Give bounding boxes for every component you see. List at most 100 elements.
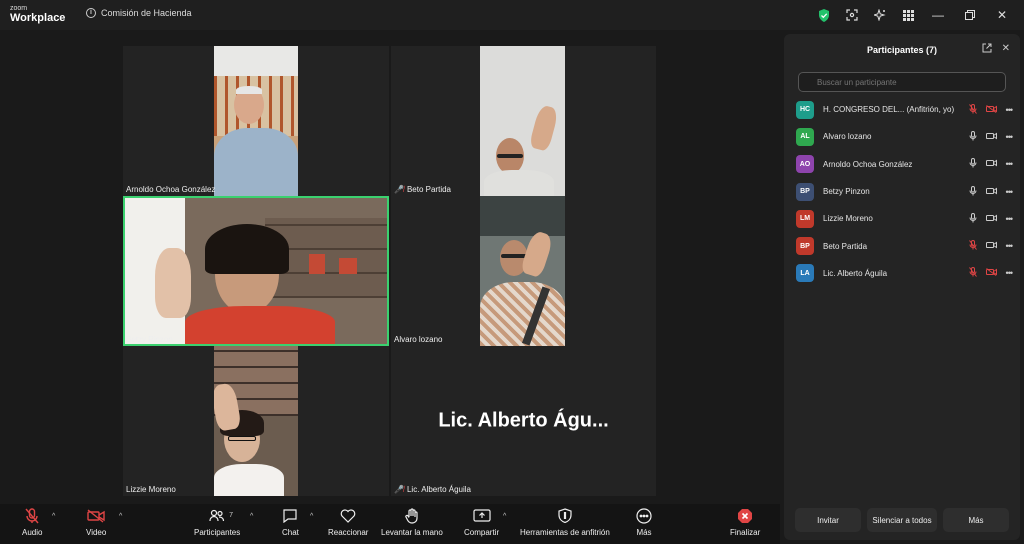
more-button[interactable]: Más — [636, 508, 652, 537]
more-options-icon[interactable]: ••• — [1006, 268, 1014, 278]
more-options-icon[interactable]: ••• — [1006, 187, 1014, 197]
participant-row[interactable]: LM Lizzie Moreno ••• — [796, 205, 1014, 232]
end-button[interactable]: Finalizar — [730, 508, 760, 537]
audio-button[interactable]: Audio — [22, 508, 42, 537]
logo-small: zoom — [10, 5, 28, 12]
title-bar: zoom Workplace i Comisión de Hacienda — … — [0, 0, 1024, 30]
mic-muted-icon: 🎤̸ — [394, 185, 404, 194]
video-icon[interactable] — [985, 214, 997, 224]
mic-icon[interactable] — [969, 212, 977, 225]
participant-row[interactable]: BP Betzy Pinzon ••• — [796, 178, 1014, 205]
video-icon[interactable] — [985, 132, 997, 142]
tile-name: Alvaro lozano — [394, 335, 443, 344]
tile-name: 🎤̸ Beto Partida — [394, 185, 451, 194]
participant-row[interactable]: LA Lic. Alberto Águila ••• — [796, 260, 1014, 287]
host-tools-button[interactable]: Herramientas de anfitrión — [520, 508, 610, 537]
participant-name: H. CONGRESO DEL... (Anfitrión, yo) — [823, 105, 955, 115]
participant-row[interactable]: HC H. CONGRESO DEL... (Anfitrión, yo) ••• — [796, 96, 1014, 123]
react-button[interactable]: Reaccionar — [328, 508, 368, 537]
participants-icon: 7 — [209, 508, 233, 528]
video-off-icon[interactable] — [985, 104, 997, 115]
minimize-icon[interactable]: — — [922, 4, 954, 26]
close-icon[interactable]: ✕ — [1002, 43, 1010, 56]
video-icon[interactable] — [985, 241, 997, 251]
more-options-icon[interactable]: ••• — [1006, 214, 1014, 224]
more-options-icon[interactable]: ••• — [1006, 159, 1014, 169]
more-options-icon[interactable]: ••• — [1006, 132, 1014, 142]
avatar: BP — [796, 237, 814, 256]
participant-list: HC H. CONGRESO DEL... (Anfitrión, yo) ••• A… — [796, 96, 1014, 287]
participant-row[interactable]: AO Arnoldo Ochoa González ••• — [796, 151, 1014, 178]
avatar: BP — [796, 182, 814, 201]
video-feed — [214, 46, 298, 196]
video-feed — [480, 46, 565, 196]
invite-button[interactable]: Invitar — [795, 508, 861, 532]
mic-muted-icon — [25, 508, 39, 528]
video-tile[interactable]: Lizzie Moreno — [123, 346, 389, 496]
participant-row[interactable]: AL Alvaro lozano ••• — [796, 123, 1014, 150]
logo-big: Workplace — [10, 12, 66, 24]
video-off-icon[interactable] — [985, 268, 997, 278]
participants-panel: Participantes (7) ✕ HCH. CONGRESO DEL...… — [784, 34, 1020, 540]
meeting-toolbar: Audio ^ Video ^ 7 Participantes ^ Chat ^… — [0, 504, 780, 544]
chat-icon — [282, 508, 298, 528]
avatar: LA — [796, 264, 814, 283]
end-meeting-icon — [737, 508, 753, 528]
close-window-icon[interactable]: ✕ — [986, 4, 1018, 26]
video-tile-active-speaker[interactable]: Betzy Pinzon — [123, 196, 389, 346]
focus-view-icon[interactable] — [838, 4, 866, 26]
video-tile[interactable]: Alvaro lozano — [391, 196, 656, 346]
share-screen-icon — [472, 508, 491, 528]
video-feed — [480, 196, 565, 346]
video-options-caret[interactable]: ^ — [119, 513, 122, 520]
tile-name: Betzy Pinzon — [126, 335, 173, 344]
share-button[interactable]: Compartir — [464, 508, 499, 537]
info-icon[interactable]: i — [86, 8, 96, 18]
chat-options-caret[interactable]: ^ — [310, 513, 313, 520]
participant-name: Alvaro lozano — [823, 132, 872, 142]
more-icon — [636, 508, 652, 528]
video-icon[interactable] — [985, 187, 997, 197]
tile-name: Arnoldo Ochoa González — [126, 185, 216, 194]
participant-name: Beto Partida — [823, 241, 868, 251]
mic-muted-icon[interactable] — [968, 267, 977, 279]
avatar: LM — [796, 209, 814, 228]
video-tile[interactable]: Arnoldo Ochoa González — [123, 46, 389, 196]
shield-icon[interactable] — [810, 4, 838, 26]
participant-search-input[interactable] — [798, 72, 1006, 92]
participant-name: Lic. Alberto Águila — [823, 268, 888, 278]
video-button[interactable]: Video — [86, 508, 106, 537]
mic-icon[interactable] — [969, 158, 977, 170]
more-options-icon[interactable]: ••• — [1006, 105, 1014, 115]
shield-icon — [558, 508, 572, 528]
pop-out-icon[interactable] — [982, 43, 992, 56]
video-off-icon — [87, 508, 105, 528]
chat-button[interactable]: Chat — [282, 508, 299, 537]
raise-hand-button[interactable]: Levantar la mano — [381, 508, 443, 537]
meeting-info[interactable]: i Comisión de Hacienda — [86, 8, 192, 18]
more-options-icon[interactable]: ••• — [1006, 241, 1014, 251]
video-tile[interactable]: Lic. Alberto Águ... 🎤̸ Lic. Alberto Águil… — [391, 346, 656, 496]
mute-all-button[interactable]: Silenciar a todos — [867, 508, 937, 532]
mic-icon[interactable] — [969, 185, 977, 198]
video-icon[interactable] — [985, 159, 997, 169]
avatar: AL — [796, 127, 814, 146]
avatar: HC — [796, 100, 814, 119]
panel-more-button[interactable]: Más — [943, 508, 1009, 532]
share-options-caret[interactable]: ^ — [503, 513, 506, 520]
mic-muted-icon[interactable] — [968, 103, 977, 116]
participants-button[interactable]: 7 Participantes — [194, 508, 240, 537]
meeting-title: Comisión de Hacienda — [101, 8, 192, 18]
restore-icon[interactable] — [954, 4, 986, 26]
participant-row[interactable]: BP Beto Partida ••• — [796, 232, 1014, 259]
grid-view-icon[interactable] — [894, 4, 922, 26]
tile-display-name: Lic. Alberto Águ... — [438, 409, 609, 432]
mic-muted-icon[interactable] — [968, 240, 977, 252]
audio-options-caret[interactable]: ^ — [52, 513, 55, 520]
video-tile[interactable]: 🎤̸ Beto Partida — [391, 46, 656, 196]
mic-icon[interactable] — [969, 130, 977, 143]
ai-companion-icon[interactable] — [866, 4, 894, 26]
participants-options-caret[interactable]: ^ — [250, 513, 253, 520]
video-gallery: Arnoldo Ochoa González 🎤̸ Beto Partida Be… — [0, 30, 780, 504]
participant-name: Arnoldo Ochoa González — [823, 159, 913, 169]
